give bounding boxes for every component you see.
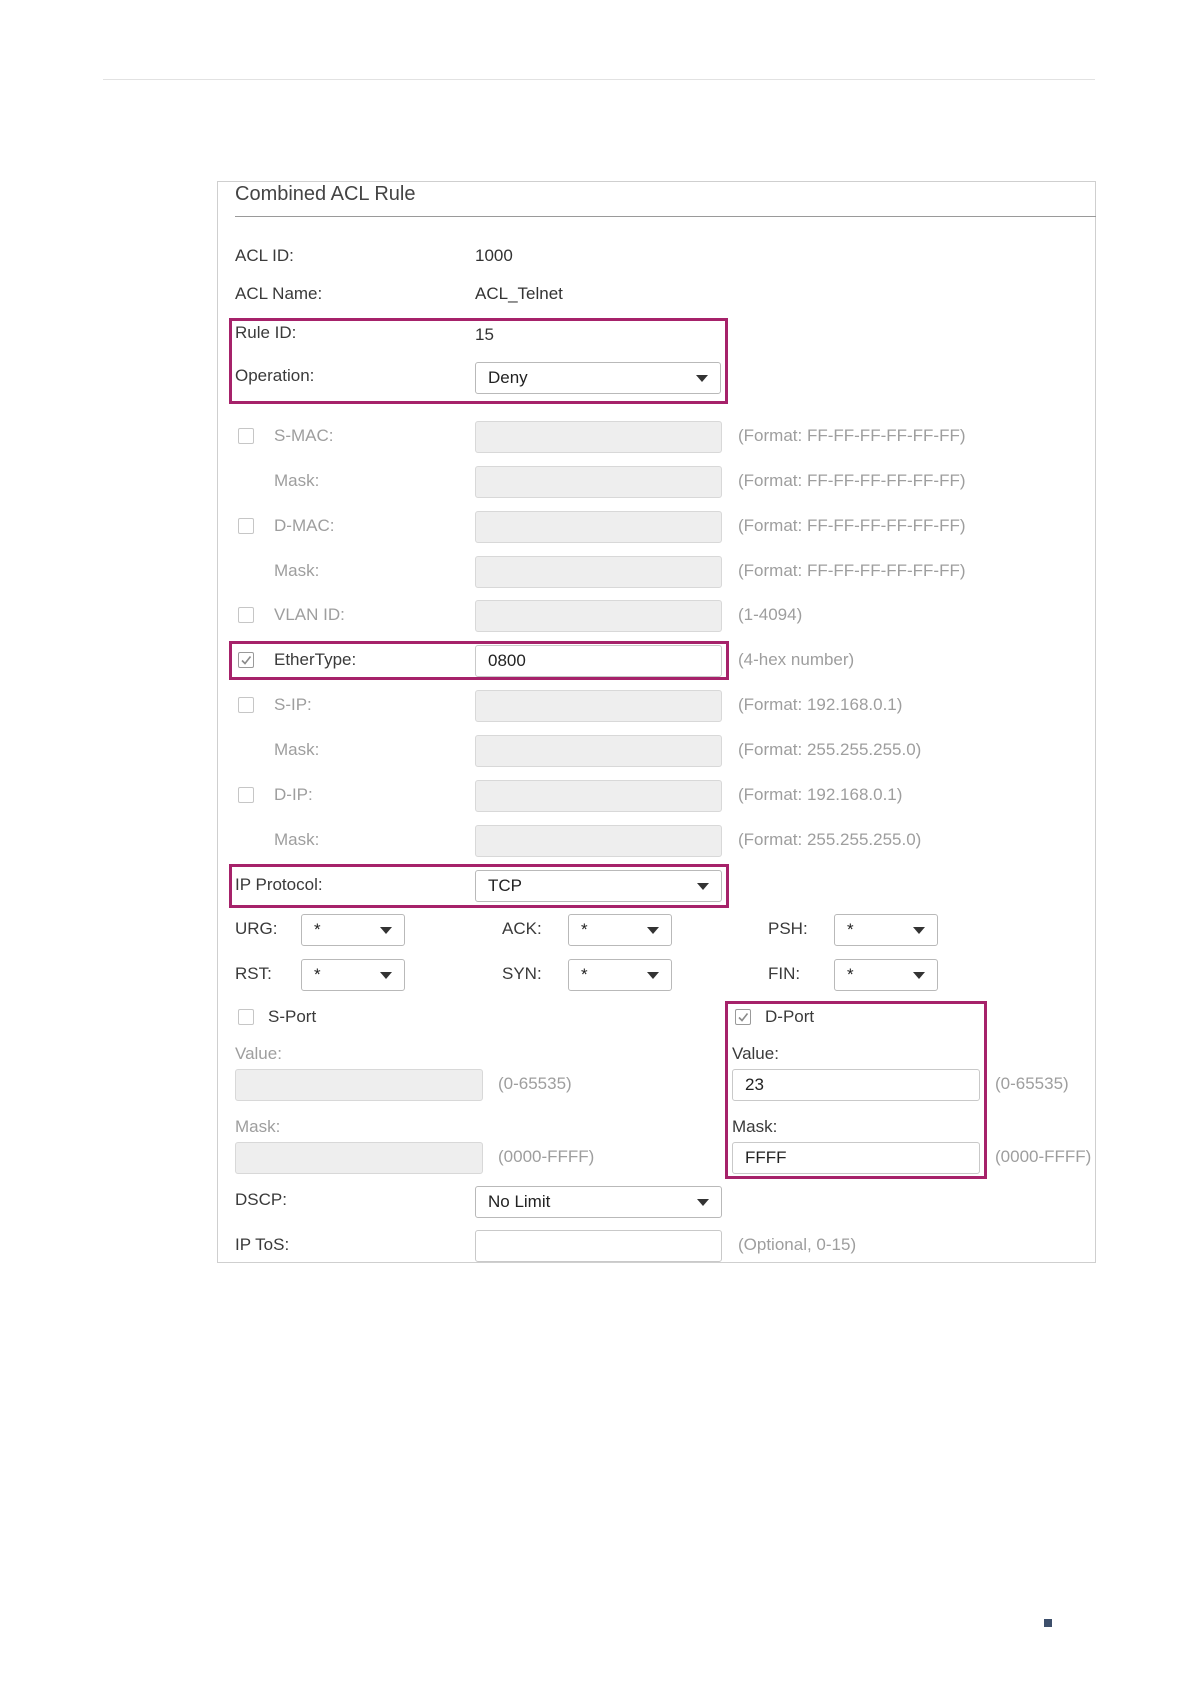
vlan-id-input[interactable] [475, 600, 722, 632]
dip-checkbox[interactable] [238, 787, 254, 803]
chevron-down-icon [913, 927, 925, 934]
chevron-down-icon [913, 972, 925, 979]
sport-checkbox[interactable] [238, 1009, 254, 1025]
urg-select[interactable]: * [301, 914, 405, 946]
fin-select[interactable]: * [834, 959, 938, 991]
dmac-mask-label: Mask: [274, 561, 320, 580]
smac-label: S-MAC: [274, 426, 334, 445]
dmac-input[interactable] [475, 511, 722, 543]
vlan-id-label: VLAN ID: [274, 605, 345, 624]
sport-value-label: Value: [235, 1044, 282, 1063]
dmac-mask-format-hint: (Format: FF-FF-FF-FF-FF-FF) [738, 561, 966, 580]
sip-input[interactable] [475, 690, 722, 722]
chevron-down-icon [647, 972, 659, 979]
dip-mask-input[interactable] [475, 825, 722, 857]
ack-selected-value: * [581, 920, 588, 939]
chevron-down-icon [697, 1199, 709, 1206]
dip-mask-label: Mask: [274, 830, 320, 849]
ip-tos-hint: (Optional, 0-15) [738, 1235, 857, 1254]
syn-selected-value: * [581, 965, 588, 984]
smac-mask-input[interactable] [475, 466, 722, 498]
acl-id-value: 1000 [475, 246, 513, 265]
dscp-select[interactable]: No Limit [475, 1186, 722, 1218]
vlan-id-hint: (1-4094) [738, 605, 803, 624]
fin-selected-value: * [847, 965, 854, 984]
rst-select[interactable]: * [301, 959, 405, 991]
sip-mask-label: Mask: [274, 740, 320, 759]
psh-label: PSH: [768, 919, 808, 938]
sport-mask-label: Mask: [235, 1117, 281, 1136]
sport-mask-input[interactable] [235, 1142, 483, 1174]
ack-label: ACK: [502, 919, 542, 938]
title-divider [235, 216, 1096, 217]
dip-format-hint: (Format: 192.168.0.1) [738, 785, 903, 804]
ip-protocol-highlight [229, 864, 729, 908]
dport-value-hint: (0-65535) [995, 1074, 1069, 1093]
smac-mask-format-hint: (Format: FF-FF-FF-FF-FF-FF) [738, 471, 966, 490]
dmac-mask-input[interactable] [475, 556, 722, 588]
dmac-label: D-MAC: [274, 516, 335, 535]
dmac-checkbox[interactable] [238, 518, 254, 534]
fin-label: FIN: [768, 964, 801, 983]
psh-selected-value: * [847, 920, 854, 939]
chevron-down-icon [380, 972, 392, 979]
acl-id-label: ACL ID: [235, 246, 294, 265]
sip-mask-format-hint: (Format: 255.255.255.0) [738, 740, 922, 759]
sip-checkbox[interactable] [238, 697, 254, 713]
urg-selected-value: * [314, 920, 321, 939]
ethertype-hint: (4-hex number) [738, 650, 855, 669]
sport-value-hint: (0-65535) [498, 1074, 572, 1093]
sport-label: S-Port [268, 1007, 317, 1026]
vlan-id-checkbox[interactable] [238, 607, 254, 623]
dip-mask-format-hint: (Format: 255.255.255.0) [738, 830, 922, 849]
urg-label: URG: [235, 919, 278, 938]
dport-highlight [725, 1001, 987, 1179]
psh-select[interactable]: * [834, 914, 938, 946]
chevron-down-icon [647, 927, 659, 934]
sport-mask-hint: (0000-FFFF) [498, 1147, 595, 1166]
panel-title: Combined ACL Rule [235, 183, 416, 205]
ack-select[interactable]: * [568, 914, 672, 946]
acl-name-value: ACL_Telnet [475, 284, 563, 303]
sport-value-input[interactable] [235, 1069, 483, 1101]
page-corner-marker [1044, 1619, 1052, 1627]
syn-select[interactable]: * [568, 959, 672, 991]
dip-label: D-IP: [274, 785, 313, 804]
ethertype-highlight [229, 641, 729, 680]
sip-label: S-IP: [274, 695, 312, 714]
dscp-selected-value: No Limit [488, 1192, 551, 1211]
rst-label: RST: [235, 964, 272, 983]
dmac-format-hint: (Format: FF-FF-FF-FF-FF-FF) [738, 516, 966, 535]
page-top-rule [103, 79, 1095, 80]
smac-mask-label: Mask: [274, 471, 320, 490]
smac-format-hint: (Format: FF-FF-FF-FF-FF-FF) [738, 426, 966, 445]
dscp-label: DSCP: [235, 1190, 287, 1209]
dip-input[interactable] [475, 780, 722, 812]
rule-operation-highlight [229, 318, 728, 404]
sip-format-hint: (Format: 192.168.0.1) [738, 695, 903, 714]
syn-label: SYN: [502, 964, 542, 983]
dport-mask-hint: (0000-FFFF) [995, 1147, 1092, 1166]
sip-mask-input[interactable] [475, 735, 722, 767]
chevron-down-icon [380, 927, 392, 934]
ip-tos-input[interactable] [475, 1230, 722, 1262]
acl-name-label: ACL Name: [235, 284, 323, 303]
ip-tos-label: IP ToS: [235, 1235, 290, 1254]
smac-checkbox[interactable] [238, 428, 254, 444]
rst-selected-value: * [314, 965, 321, 984]
smac-input[interactable] [475, 421, 722, 453]
